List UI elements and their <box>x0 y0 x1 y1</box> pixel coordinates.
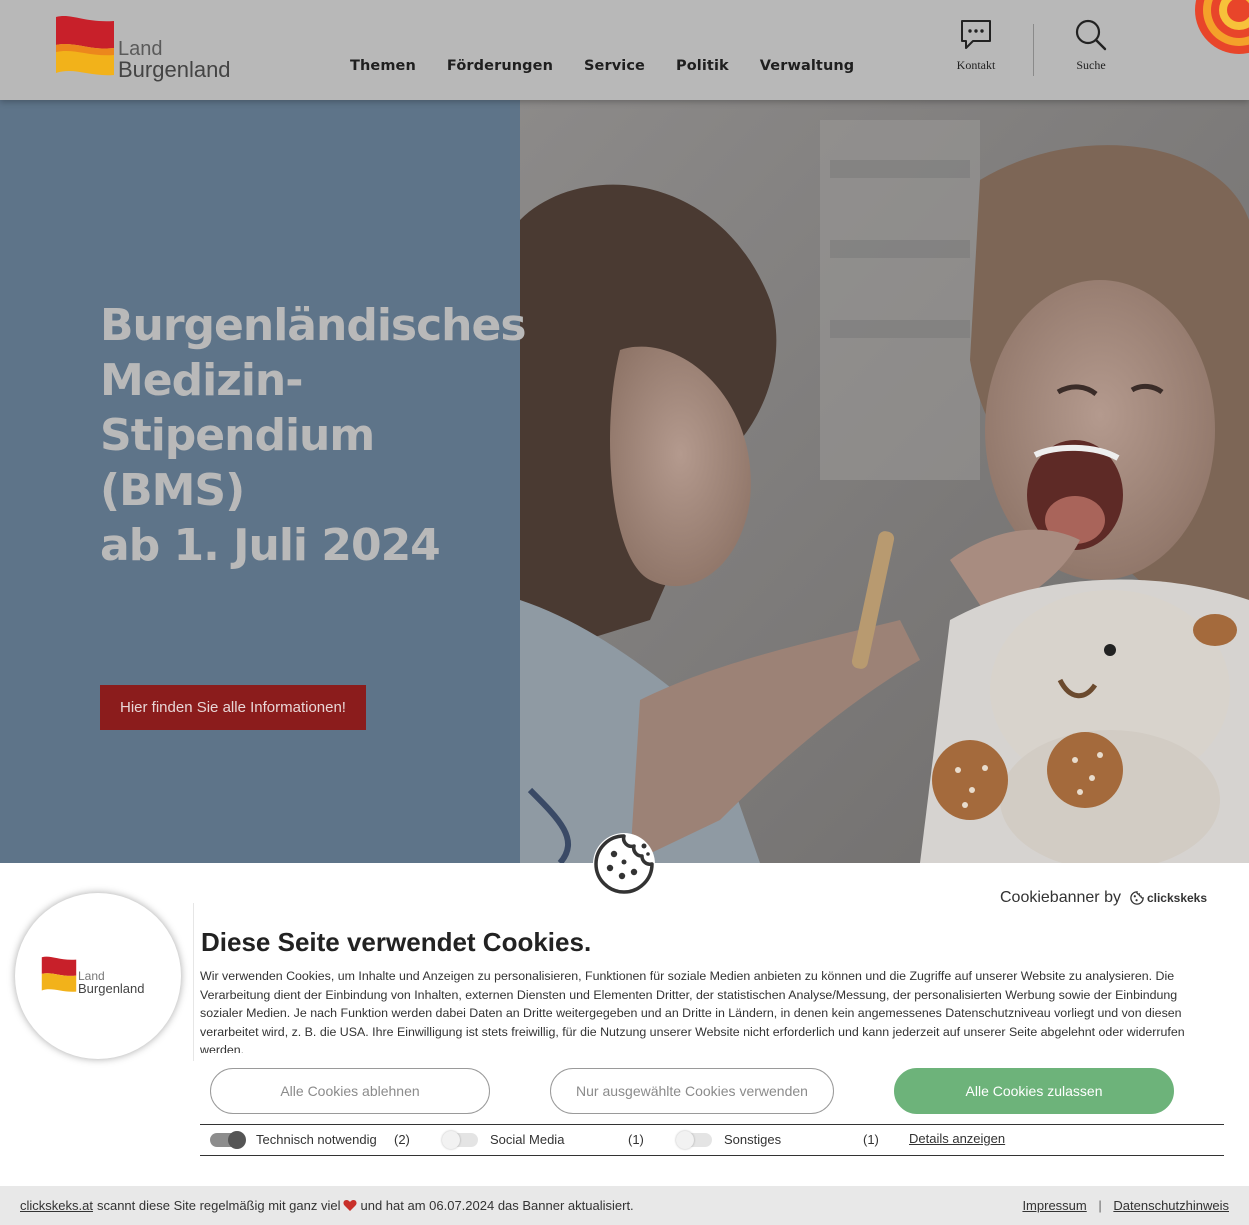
category-label: Sonstiges <box>724 1132 782 1147</box>
nav-item-themen[interactable]: Themen <box>350 58 416 74</box>
logo-line1: Land <box>118 38 163 60</box>
category-technical: Technisch notwendig <box>210 1130 377 1149</box>
hero-title-line: Burgenländisches <box>100 300 527 351</box>
toggle-knob <box>442 1130 460 1149</box>
footer-separator: | <box>1098 1198 1102 1213</box>
category-label: Technisch notwendig <box>256 1132 377 1147</box>
hero-photo <box>520 100 1249 863</box>
banner-logo: Land Burgenland <box>15 893 181 1059</box>
category-social-media: Social Media <box>442 1130 565 1149</box>
accept-all-cookies-button[interactable]: Alle Cookies zulassen <box>894 1068 1174 1114</box>
category-count: (1) <box>628 1132 644 1147</box>
category-divider-top <box>200 1124 1224 1125</box>
footer-text-before: scannt diese Site regelmäßig mit ganz vi… <box>96 1198 341 1213</box>
burgenland-flag-icon <box>41 956 77 992</box>
category-label: Social Media <box>490 1132 565 1147</box>
logo-line2: Burgenland <box>118 57 231 82</box>
category-divider-bottom <box>200 1155 1224 1156</box>
clickskeks-link[interactable]: clickskeks.at <box>20 1198 93 1213</box>
footer-note: clickskeks.at scannt diese Site regelmäß… <box>20 1198 634 1213</box>
hero-title-line: ab 1. Juli 2024 <box>100 520 441 571</box>
hero-title-line: Medizin- <box>100 355 303 406</box>
clickskeks-brand[interactable]: clickskeks <box>1125 891 1207 905</box>
contact-label: Kontakt <box>956 58 996 72</box>
selected-cookies-button[interactable]: Nur ausgewählte Cookies verwenden <box>550 1068 834 1114</box>
banner-divider <box>193 903 194 1061</box>
small-cookie-icon <box>1130 891 1144 905</box>
impressum-link[interactable]: Impressum <box>1022 1198 1086 1213</box>
contact-button[interactable]: Kontakt <box>946 18 1006 73</box>
cookie-footer: clickskeks.at scannt diese Site regelmäß… <box>0 1186 1249 1225</box>
technical-toggle[interactable] <box>210 1130 246 1149</box>
cookie-icon <box>593 833 655 895</box>
category-other: Sonstiges <box>676 1130 782 1149</box>
banner-logo-wordmark: Land Burgenland <box>78 970 145 995</box>
other-toggle[interactable] <box>676 1130 712 1149</box>
decline-all-cookies-button[interactable]: Alle Cookies ablehnen <box>210 1068 490 1114</box>
hero-info-button[interactable]: Hier finden Sie alle Informationen! <box>100 685 366 730</box>
banner-logo-line2: Burgenland <box>78 981 145 996</box>
hero-title-line: Stipendium <box>100 410 375 461</box>
hero-title: Burgenländisches Medizin- Stipendium (BM… <box>100 298 527 573</box>
cookie-banner-text: Wir verwenden Cookies, um Inhalte und An… <box>200 969 1185 1053</box>
doctor-child-photo-icon <box>520 100 1249 863</box>
show-details-link[interactable]: Details anzeigen <box>909 1131 1005 1146</box>
search-button[interactable]: Suche <box>1061 18 1121 73</box>
social-media-toggle[interactable] <box>442 1130 478 1149</box>
privacy-link[interactable]: Datenschutzhinweis <box>1113 1198 1229 1213</box>
category-count: (1) <box>863 1132 879 1147</box>
nav-item-politik[interactable]: Politik <box>676 58 729 74</box>
footer-text-after: und hat am 06.07.2024 das Banner aktuali… <box>360 1198 634 1213</box>
brand-name: clickskeks <box>1146 891 1208 905</box>
chat-bubble-icon <box>961 20 991 49</box>
category-count: (2) <box>394 1132 410 1147</box>
cookie-banner-title: Diese Seite verwendet Cookies. <box>201 927 592 957</box>
byline-text: Cookiebanner by <box>1000 889 1121 906</box>
header-divider <box>1033 24 1034 76</box>
logo-wordmark: Land Burgenland <box>118 39 231 81</box>
site-logo[interactable]: Land Burgenland <box>54 15 244 85</box>
nav-item-service[interactable]: Service <box>584 58 645 74</box>
toggle-knob <box>676 1130 694 1149</box>
search-icon <box>1075 19 1107 51</box>
cookiebanner-byline: Cookiebanner by clickskeks <box>1000 889 1207 907</box>
nav-item-foerderungen[interactable]: Förderungen <box>447 58 553 74</box>
footer-links: Impressum | Datenschutzhinweis <box>1022 1198 1229 1213</box>
search-label: Suche <box>1076 58 1106 72</box>
heart-icon <box>343 1200 358 1211</box>
hero-title-line: (BMS) <box>100 465 245 516</box>
toggle-knob <box>228 1130 246 1149</box>
main-nav: Themen Förderungen Service Politik Verwa… <box>350 58 885 74</box>
burgenland-flag-icon <box>56 16 114 76</box>
nav-item-verwaltung[interactable]: Verwaltung <box>760 58 855 74</box>
decorative-swirl-icon <box>1195 0 1249 54</box>
site-header: Land Burgenland Themen Förderungen Servi… <box>0 0 1249 100</box>
